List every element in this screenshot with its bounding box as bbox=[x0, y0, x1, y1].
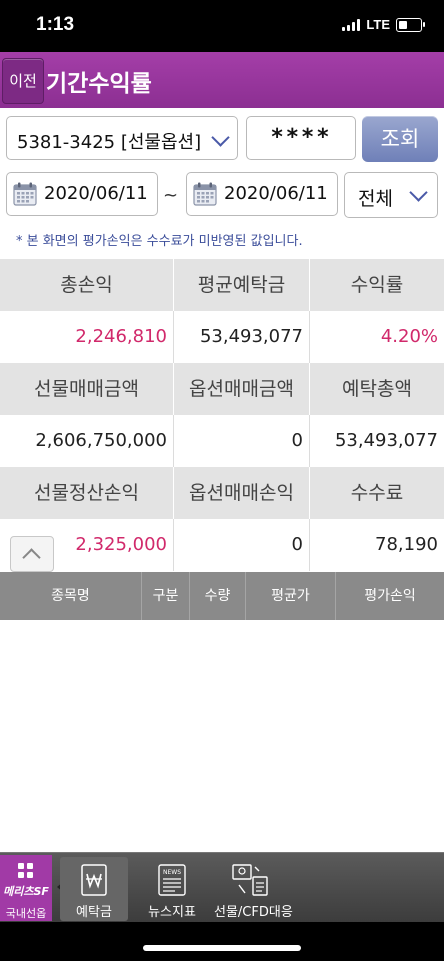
value-commission: 78,190 bbox=[375, 534, 438, 555]
chevron-down-icon bbox=[211, 128, 230, 147]
notice-text: * 본 화면의 평가손익은 수수료가 미반영된 값입니다. bbox=[16, 234, 303, 249]
list-header: 종목명 구분 수량 평균가 평가손익 bbox=[0, 572, 444, 620]
bottom-tab-bar: 메리츠SF 국내선옵 예탁금 NEWS 뉴스지표 선물/CFD대응 bbox=[0, 852, 444, 923]
battery-icon bbox=[396, 17, 425, 32]
title-bar: 이전 기간수익률 bbox=[0, 52, 444, 108]
tab-label: 예탁금 bbox=[76, 905, 112, 920]
chevron-down-icon bbox=[409, 183, 428, 202]
start-date-value: 2020/06/11 bbox=[44, 183, 148, 204]
status-bar: 1:13 LTE bbox=[0, 0, 444, 52]
value-total-pnl: 2,246,810 bbox=[0, 311, 174, 363]
date-separator: ~ bbox=[163, 185, 179, 206]
summary-header-row: 선물매매금액 옵션매매금액 예탁총액 bbox=[0, 363, 444, 415]
value-options-trade-amount: 0 bbox=[174, 415, 310, 467]
home-indicator[interactable] bbox=[143, 945, 301, 951]
menu-sub-label: 국내선옵 bbox=[5, 907, 47, 920]
calendar-icon bbox=[13, 182, 37, 206]
summary-value-row: 2,606,750,000 0 53,493,077 bbox=[0, 415, 444, 467]
grid-menu-icon bbox=[18, 863, 34, 879]
summary-value-row: 2,325,000 0 78,190 bbox=[0, 519, 444, 571]
summary-header-row: 선물정산손익 옵션매매손익 수수료 bbox=[0, 467, 444, 519]
home-indicator-area bbox=[0, 922, 444, 961]
list-body bbox=[0, 620, 444, 852]
value-return-rate: 4.20% bbox=[380, 326, 438, 347]
tab-futures-cfd[interactable]: 선물/CFD대응 bbox=[214, 857, 293, 921]
label-total-deposit: 예탁총액 bbox=[342, 378, 412, 400]
column-header-quantity[interactable]: 수량 bbox=[190, 572, 246, 620]
chevron-up-icon bbox=[22, 548, 41, 567]
back-button[interactable]: 이전 bbox=[2, 58, 44, 104]
column-header-eval-pnl[interactable]: 평가손익 bbox=[336, 572, 444, 620]
calendar-icon bbox=[193, 182, 217, 206]
label-avg-deposit: 평균예탁금 bbox=[174, 259, 310, 311]
start-date-field[interactable]: 2020/06/11 bbox=[6, 172, 158, 216]
won-icon bbox=[81, 864, 107, 896]
summary-value-row: 2,246,810 53,493,077 4.20% bbox=[0, 311, 444, 363]
type-select-value: 전체 bbox=[358, 188, 393, 210]
value-avg-deposit: 53,493,077 bbox=[174, 311, 310, 363]
column-header-type[interactable]: 구분 bbox=[142, 572, 190, 620]
label-futures-trade-amount: 선물매매금액 bbox=[0, 363, 174, 415]
password-field[interactable]: **** bbox=[246, 116, 356, 160]
signal-icon bbox=[342, 18, 361, 31]
value-options-trade-pnl: 0 bbox=[174, 519, 310, 571]
summary-grid: 총손익 평균예탁금 수익률 2,246,810 53,493,077 4.20%… bbox=[0, 259, 444, 571]
brand-logo: 메리츠SF bbox=[3, 885, 49, 898]
status-time: 1:13 bbox=[36, 14, 75, 35]
status-indicators: LTE bbox=[342, 17, 425, 32]
query-button[interactable]: 조회 bbox=[362, 116, 438, 162]
column-header-avg-price[interactable]: 평균가 bbox=[246, 572, 336, 620]
svg-text:NEWS: NEWS bbox=[163, 869, 181, 876]
value-futures-trade-amount: 2,606,750,000 bbox=[0, 415, 174, 467]
network-label: LTE bbox=[366, 17, 390, 32]
label-commission: 수수료 bbox=[350, 482, 404, 504]
label-options-trade-pnl: 옵션매매손익 bbox=[174, 467, 310, 519]
tab-label: 뉴스지표 bbox=[148, 905, 196, 920]
end-date-field[interactable]: 2020/06/11 bbox=[186, 172, 338, 216]
end-date-value: 2020/06/11 bbox=[224, 183, 328, 204]
label-total-pnl: 총손익 bbox=[0, 259, 174, 311]
tab-news-index[interactable]: NEWS 뉴스지표 bbox=[140, 857, 204, 921]
date-range-row: 2020/06/11 ~ 2020/06/11 전체 bbox=[0, 166, 444, 224]
tab-deposit[interactable]: 예탁금 bbox=[60, 857, 128, 921]
account-select[interactable]: 5381-3425 [선물옵션] bbox=[6, 116, 238, 160]
page-title: 기간수익률 bbox=[46, 71, 152, 97]
scroll-top-button[interactable] bbox=[10, 536, 54, 572]
news-icon: NEWS bbox=[158, 864, 186, 896]
column-header-name[interactable]: 종목명 bbox=[0, 572, 142, 620]
summary-header-row: 총손익 평균예탁금 수익률 bbox=[0, 259, 444, 311]
account-row: 5381-3425 [선물옵션] **** 조회 bbox=[0, 108, 444, 166]
value-total-deposit: 53,493,077 bbox=[334, 430, 438, 451]
label-options-trade-amount: 옵션매매금액 bbox=[174, 363, 310, 415]
type-select[interactable]: 전체 bbox=[344, 172, 438, 218]
screen: 1:13 LTE 이전 기간수익률 5381-3425 [선물옵션] **** … bbox=[0, 0, 444, 961]
account-select-value: 5381-3425 [선물옵션] bbox=[17, 132, 202, 153]
label-futures-settlement-pnl: 선물정산손익 bbox=[0, 467, 174, 519]
futures-cfd-icon bbox=[232, 864, 268, 896]
tab-label: 선물/CFD대응 bbox=[214, 905, 293, 920]
label-return-rate: 수익률 bbox=[350, 274, 404, 296]
main-menu-button[interactable]: 메리츠SF 국내선옵 bbox=[0, 855, 52, 921]
